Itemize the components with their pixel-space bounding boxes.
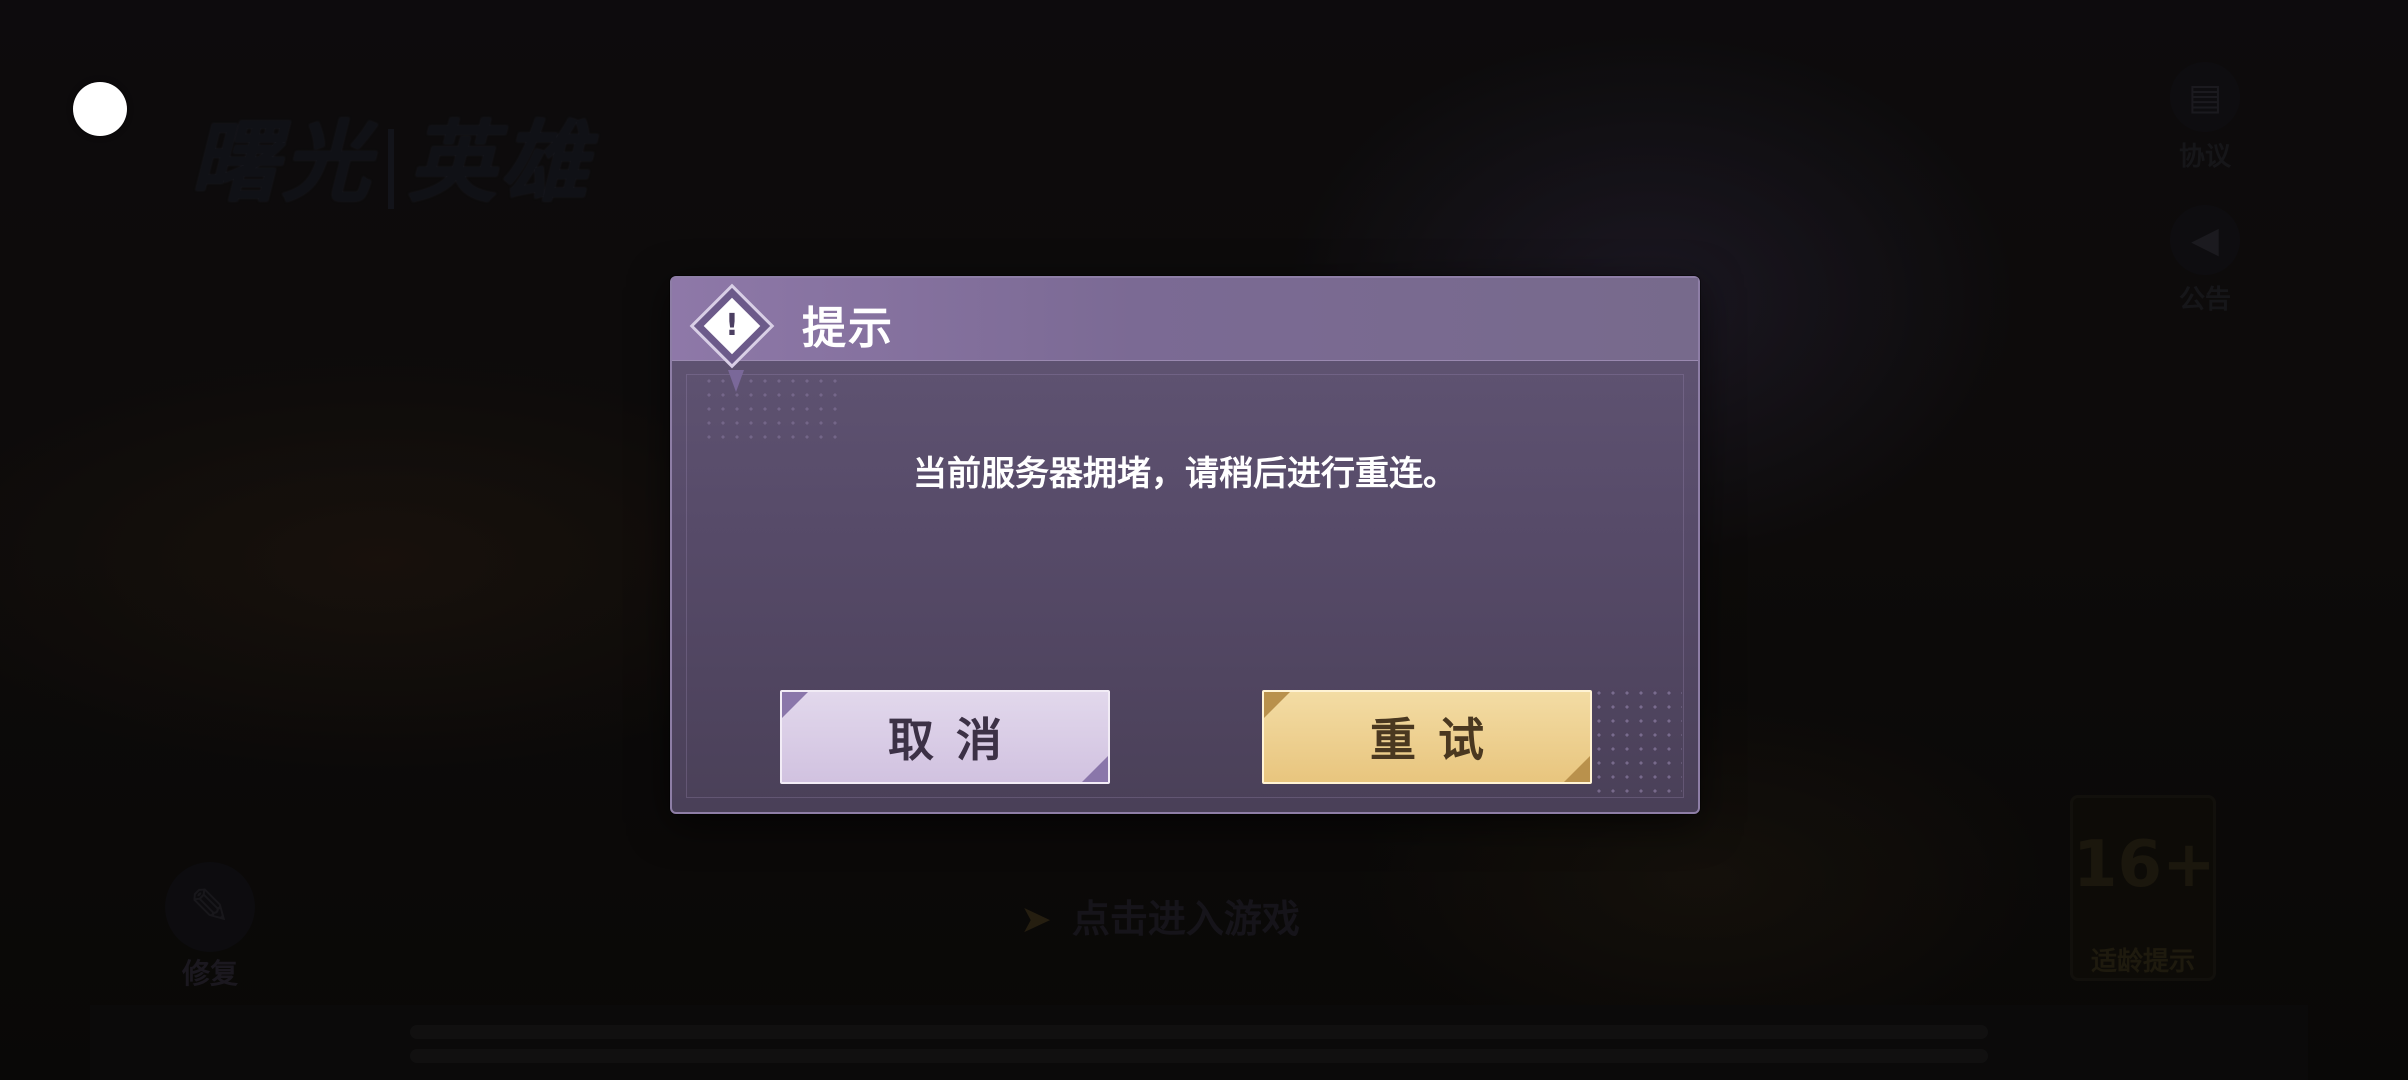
alert-dialog: ! 提示 当前服务器拥堵，请稍后进行重连。 取消 重试: [670, 276, 1700, 814]
dialog-title: 提示: [802, 303, 894, 354]
dialog-message: 当前服务器拥堵，请稍后进行重连。: [913, 454, 1457, 494]
cancel-label: 取消: [888, 713, 1024, 767]
cancel-button[interactable]: 取消: [780, 690, 1110, 784]
retry-button[interactable]: 重试: [1262, 690, 1592, 784]
retry-label: 重试: [1370, 713, 1506, 767]
dialog-dot-pattern: [1592, 686, 1682, 796]
alert-diamond-icon: !: [684, 283, 784, 392]
floating-home-button[interactable]: [73, 82, 127, 136]
